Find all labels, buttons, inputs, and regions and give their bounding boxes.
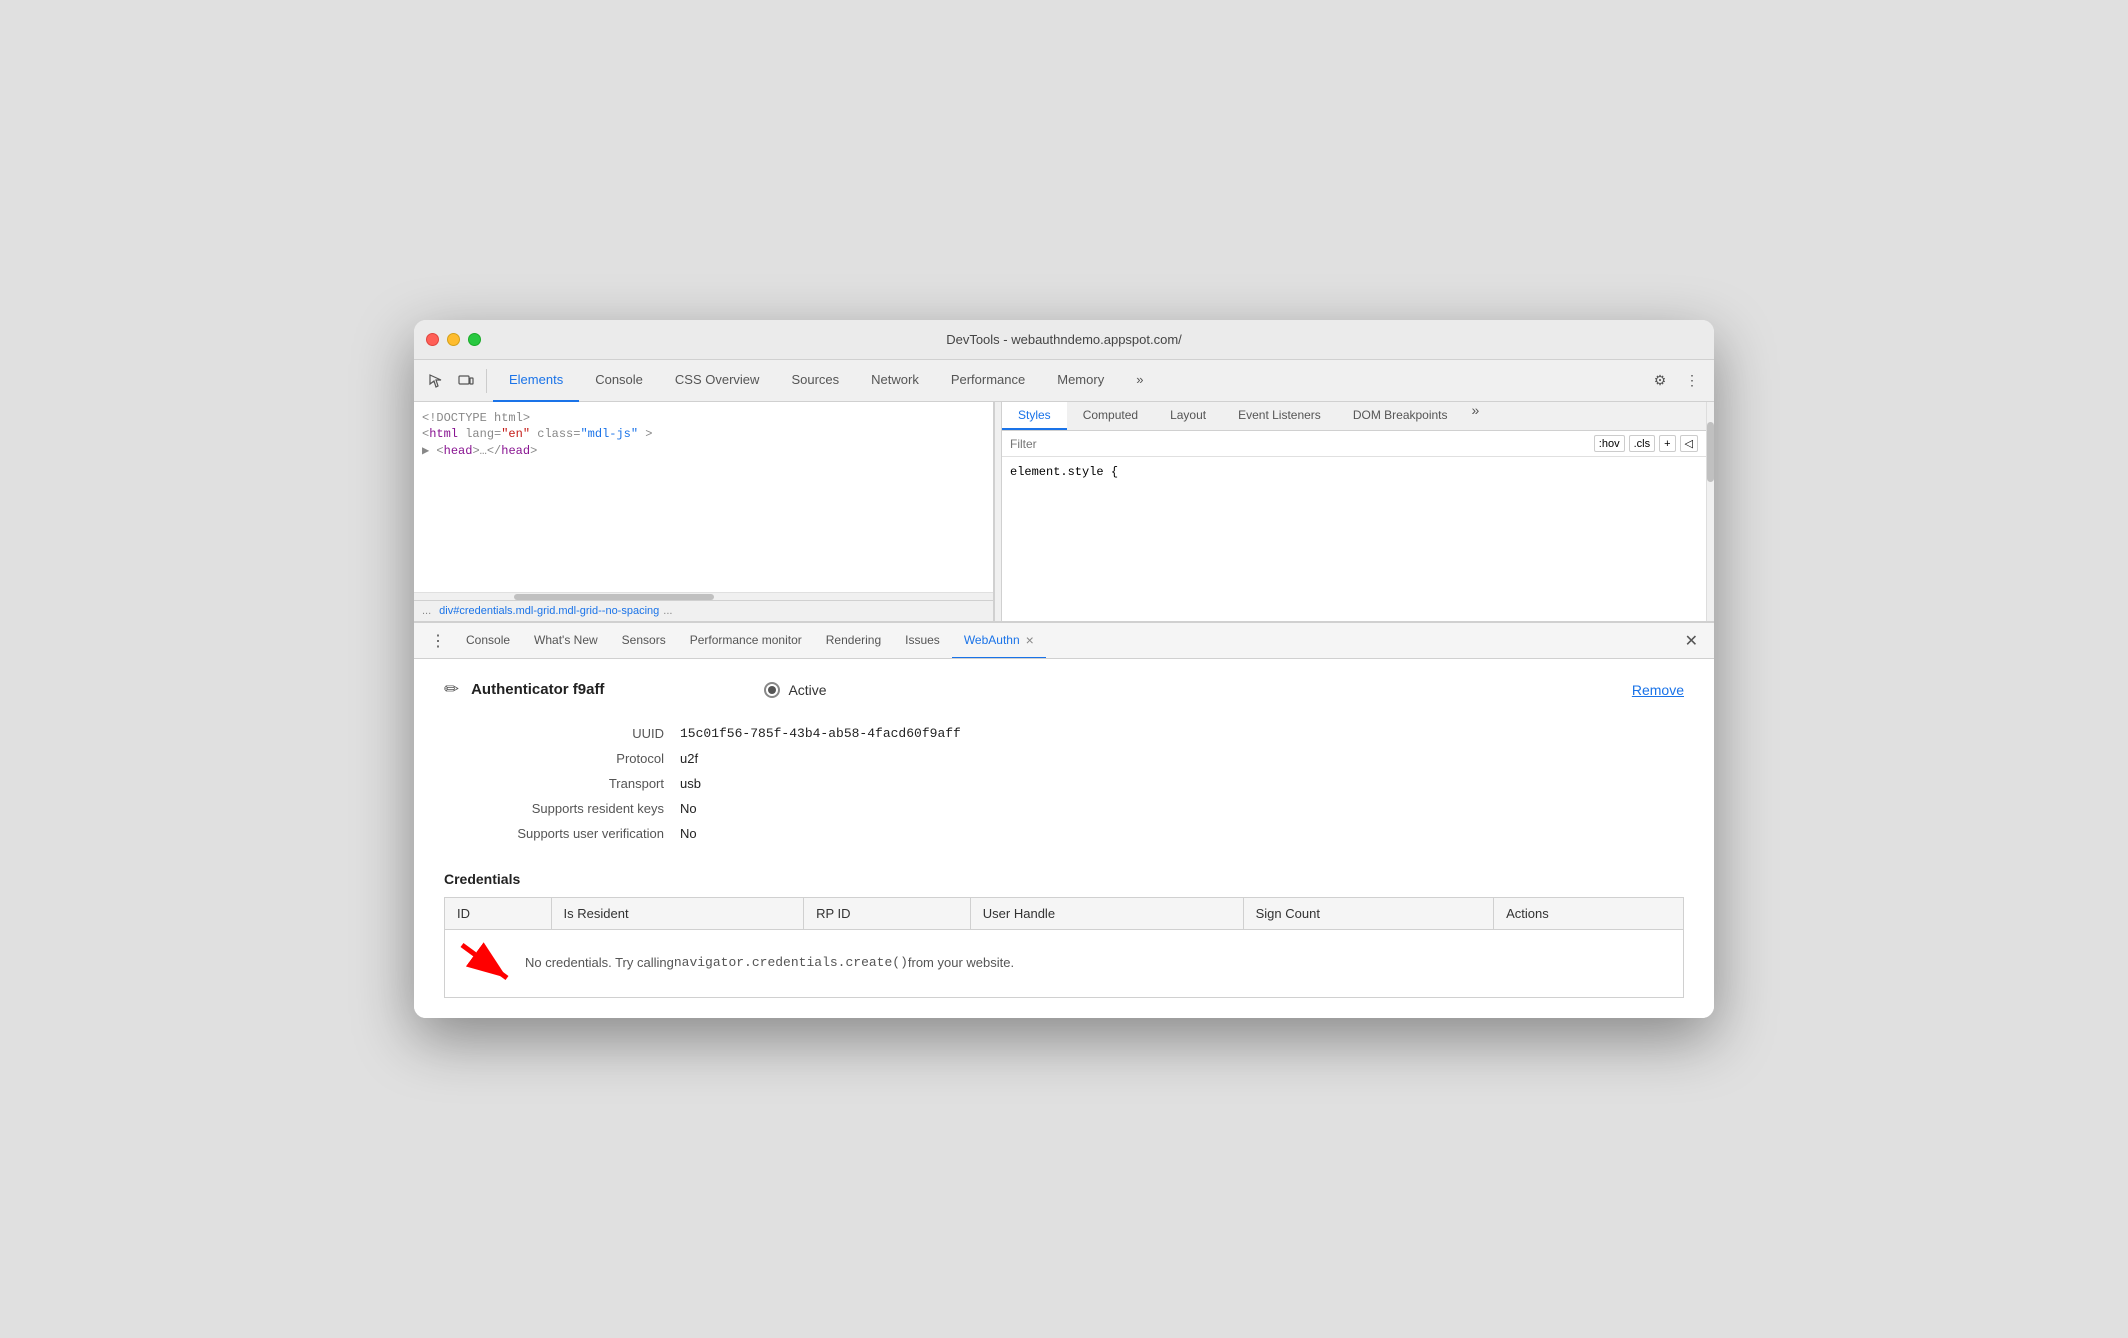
element-picker-icon[interactable]: [422, 367, 450, 395]
active-label: Active: [788, 682, 826, 698]
traffic-lights: [426, 333, 481, 346]
breadcrumb: ... div#credentials.mdl-grid.mdl-grid--n…: [414, 600, 993, 621]
table-row: No credentials. Try calling navigator.cr…: [445, 930, 1684, 998]
webauthn-panel: ✏ Authenticator f9aff Active Remove UUID…: [414, 659, 1714, 1018]
uuid-value: 15c01f56-785f-43b4-ab58-4facd60f9aff: [680, 724, 1684, 743]
authenticator-name: Authenticator f9aff: [471, 681, 604, 698]
panel-resizer[interactable]: [994, 402, 1002, 621]
drawer-tab-rendering[interactable]: Rendering: [814, 623, 893, 659]
active-radio[interactable]: [764, 682, 780, 698]
right-scrollbar[interactable]: [1706, 402, 1714, 621]
radio-inner: [768, 686, 776, 694]
add-style-button[interactable]: +: [1659, 435, 1675, 452]
devtools-window: DevTools - webauthndemo.appspot.com/ Ele…: [414, 320, 1714, 1018]
filter-buttons: :hov .cls + ◁: [1594, 435, 1698, 452]
scrollbar-thumb[interactable]: [1707, 422, 1714, 482]
styles-tabs: Styles Computed Layout Event Listeners D…: [1002, 402, 1706, 431]
no-credentials-code: navigator.credentials.create(): [674, 955, 908, 970]
tab-css-overview[interactable]: CSS Overview: [659, 360, 776, 402]
tab-computed[interactable]: Computed: [1067, 402, 1154, 430]
tab-layout[interactable]: Layout: [1154, 402, 1222, 430]
elements-content: <!DOCTYPE html> <html lang="en" class="m…: [414, 402, 993, 592]
toolbar-right: ⚙ ⋮: [1646, 367, 1706, 395]
credentials-section: Credentials ID Is Resident RP ID User Ha…: [444, 871, 1684, 998]
scrollbar-thumb[interactable]: [514, 594, 714, 600]
protocol-label: Protocol: [444, 749, 664, 768]
transport-value: usb: [680, 774, 1684, 793]
close-webauthn-tab[interactable]: ×: [1026, 632, 1034, 648]
tab-memory[interactable]: Memory: [1041, 360, 1120, 402]
th-rp-id: RP ID: [804, 898, 971, 930]
tab-sources[interactable]: Sources: [775, 360, 855, 402]
th-actions: Actions: [1494, 898, 1684, 930]
styles-panel: Styles Computed Layout Event Listeners D…: [1002, 402, 1706, 621]
settings-icon[interactable]: ⚙: [1646, 367, 1674, 395]
th-user-handle: User Handle: [970, 898, 1243, 930]
table-header-row: ID Is Resident RP ID User Handle Sign Co…: [445, 898, 1684, 930]
drawer-tab-console[interactable]: Console: [454, 623, 522, 659]
active-indicator: Active: [764, 682, 826, 698]
styles-tabs-more[interactable]: »: [1464, 402, 1488, 430]
doctype-line: <!DOCTYPE html>: [422, 410, 985, 426]
toggle-sidebar-button[interactable]: ◁: [1680, 435, 1698, 452]
drawer-tab-webauthn[interactable]: WebAuthn ×: [952, 623, 1046, 659]
head-line: ▶ <head>…</head>: [422, 442, 985, 459]
cls-filter-button[interactable]: .cls: [1629, 435, 1656, 452]
resident-keys-label: Supports resident keys: [444, 799, 664, 818]
tab-network[interactable]: Network: [855, 360, 935, 402]
title-bar: DevTools - webauthndemo.appspot.com/: [414, 320, 1714, 360]
drawer-tab-issues[interactable]: Issues: [893, 623, 952, 659]
tab-event-listeners[interactable]: Event Listeners: [1222, 402, 1337, 430]
close-button[interactable]: [426, 333, 439, 346]
tab-console[interactable]: Console: [579, 360, 659, 402]
no-credentials-suffix: from your website.: [908, 955, 1014, 970]
drawer-tab-whats-new[interactable]: What's New: [522, 623, 610, 659]
tab-styles[interactable]: Styles: [1002, 402, 1067, 430]
transport-label: Transport: [444, 774, 664, 793]
authenticator-info: UUID 15c01f56-785f-43b4-ab58-4facd60f9af…: [444, 724, 1684, 843]
arrow-annotation: [457, 940, 517, 984]
filter-input[interactable]: [1010, 437, 1586, 451]
tab-elements[interactable]: Elements: [493, 360, 579, 402]
device-toggle-icon[interactable]: [452, 367, 480, 395]
tab-performance[interactable]: Performance: [935, 360, 1041, 402]
toolbar-divider: [486, 369, 487, 393]
drawer-tab-sensors[interactable]: Sensors: [610, 623, 678, 659]
hov-filter-button[interactable]: :hov: [1594, 435, 1625, 452]
authenticator-header: ✏ Authenticator f9aff Active Remove: [444, 679, 1684, 700]
credentials-title: Credentials: [444, 871, 1684, 887]
resident-keys-value: No: [680, 799, 1684, 818]
drawer-more-icon[interactable]: ⋮: [422, 631, 454, 651]
drawer-close-button[interactable]: ✕: [1677, 631, 1706, 651]
devtools-toolbar: Elements Console CSS Overview Sources Ne…: [414, 360, 1714, 402]
user-verification-label: Supports user verification: [444, 824, 664, 843]
user-verification-value: No: [680, 824, 1684, 843]
window-title: DevTools - webauthndemo.appspot.com/: [946, 332, 1182, 347]
th-sign-count: Sign Count: [1243, 898, 1494, 930]
elements-panel: <!DOCTYPE html> <html lang="en" class="m…: [414, 402, 994, 621]
no-credentials-text: No credentials. Try calling: [525, 955, 674, 970]
styles-content: element.style {: [1002, 457, 1706, 487]
edit-icon[interactable]: ✏: [444, 679, 459, 700]
horizontal-scrollbar[interactable]: [414, 592, 993, 600]
remove-button[interactable]: Remove: [1632, 682, 1684, 698]
maximize-button[interactable]: [468, 333, 481, 346]
uuid-label: UUID: [444, 724, 664, 743]
minimize-button[interactable]: [447, 333, 460, 346]
styles-filter: :hov .cls + ◁: [1002, 431, 1706, 457]
protocol-value: u2f: [680, 749, 1684, 768]
bottom-drawer: ⋮ Console What's New Sensors Performance…: [414, 622, 1714, 1018]
tab-dom-breakpoints[interactable]: DOM Breakpoints: [1337, 402, 1464, 430]
element-style-text: element.style {: [1010, 465, 1118, 479]
more-options-icon[interactable]: ⋮: [1678, 367, 1706, 395]
drawer-tab-performance-monitor[interactable]: Performance monitor: [678, 623, 814, 659]
th-is-resident: Is Resident: [551, 898, 804, 930]
html-line: <html lang="en" class="mdl-js" >: [422, 426, 985, 442]
credentials-table: ID Is Resident RP ID User Handle Sign Co…: [444, 897, 1684, 998]
tab-more-icon[interactable]: »: [1120, 360, 1159, 402]
no-credentials-cell: No credentials. Try calling navigator.cr…: [445, 930, 1684, 998]
th-id: ID: [445, 898, 552, 930]
drawer-tabs: ⋮ Console What's New Sensors Performance…: [414, 623, 1714, 659]
main-tabs: Elements Console CSS Overview Sources Ne…: [493, 360, 1644, 402]
